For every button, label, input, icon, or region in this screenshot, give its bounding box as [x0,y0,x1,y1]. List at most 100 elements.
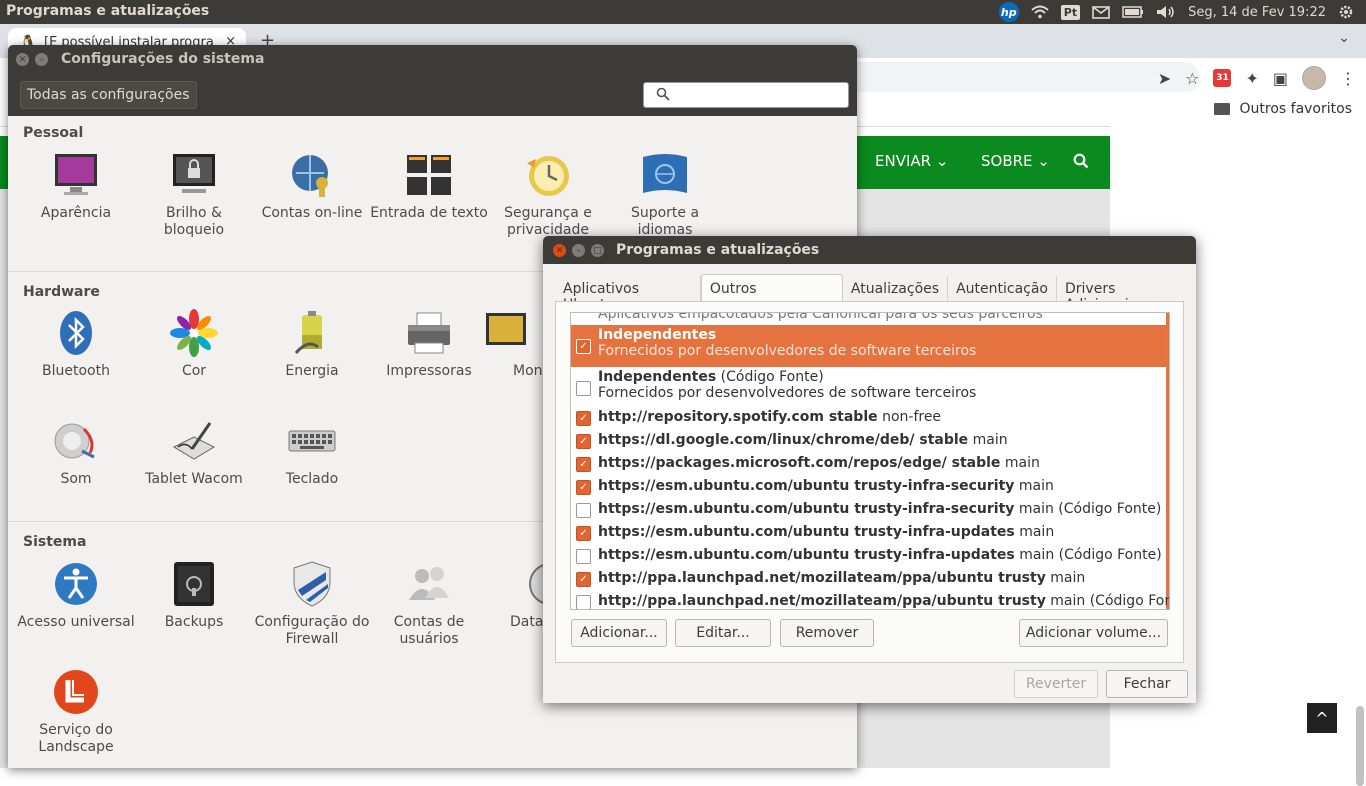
settings-search-input[interactable] [676,86,845,104]
app-label: Suporte a idiomas [630,205,700,238]
app-suporte-idiomas[interactable]: Suporte a idiomas [606,151,724,239]
tab-aplicativos-ubuntu[interactable]: Aplicativos Ubuntu [555,276,701,313]
revert-button[interactable]: Reverter [1014,670,1098,698]
scrollbar[interactable] [1356,706,1364,786]
app-impressoras[interactable]: Impressoras [370,309,488,380]
app-tablet-wacom[interactable]: Tablet Wacom [135,417,253,488]
list-item[interactable]: ✓ https://esm.ubuntu.com/ubuntu trusty-i… [571,476,1166,499]
all-settings-button[interactable]: Todas as configurações [20,81,197,109]
add-button[interactable]: Adicionar... [571,619,667,647]
app-label: Impressoras [386,363,472,379]
repository-checkbox[interactable]: ✓ [576,457,591,472]
clock[interactable]: Seg, 14 de Fev 19:22 [1188,5,1326,20]
list-item[interactable]: http://ppa.launchpad.net/mozillateam/ppa… [571,591,1169,609]
app-configuracao-firewall[interactable]: Configuração do Firewall [253,560,371,648]
app-label: Data [510,614,544,630]
list-item-partial[interactable]: Aplicativos empacotados pela Canonical p… [571,313,1166,322]
chevron-down-icon[interactable]: ⌄ [1338,30,1350,46]
maximize-icon[interactable]: □ [591,244,604,257]
settings-search[interactable] [643,82,849,108]
app-energia[interactable]: Energia [253,309,371,380]
calendar-extension-icon[interactable]: 31 [1213,69,1232,87]
dialog-titlebar: ✕ – □ Programas e atualizações [543,236,1196,264]
software-updates-dialog: ✕ – □ Programas e atualizações Aplicativ… [543,236,1196,703]
app-teclado[interactable]: Teclado [253,417,371,488]
minimize-icon[interactable]: – [572,244,585,257]
repository-checkbox[interactable] [576,595,591,609]
list-item[interactable]: ✓ http://repository.spotify.com stable n… [571,407,1166,430]
safe-icon [170,560,218,608]
active-app-title: Programas e atualizações [6,3,210,19]
kebab-menu-icon[interactable]: ⋮ [1340,69,1356,88]
app-monitores[interactable]: Mon [476,309,543,380]
app-servico-landscape[interactable]: Serviço do Landscape [17,668,135,756]
top-panel: Programas e atualizações hp Pt Seg, 14 d… [0,0,1366,24]
tab-autenticacao[interactable]: Autenticação [948,276,1057,302]
tab-atualizacoes[interactable]: Atualizações [842,276,949,302]
clock-history-icon [524,151,572,199]
minimize-icon[interactable]: – [35,53,48,66]
list-item[interactable]: Independentes (Código Fonte) Fornecidos … [571,367,1166,407]
repository-checkbox[interactable] [576,549,591,564]
edit-button[interactable]: Editar... [675,619,771,647]
app-label: Acesso universal [17,614,135,630]
app-label: Cor [181,363,207,379]
app-data-hora[interactable]: Data [486,560,571,631]
add-volume-button[interactable]: Adicionar volume... [1019,619,1168,647]
tab-drivers-adicionais[interactable]: Drivers Adicionais [1057,276,1196,313]
avatar[interactable] [1302,66,1326,90]
list-item[interactable]: ✓ https://packages.microsoft.com/repos/e… [571,453,1166,476]
app-label: Backups [164,614,224,630]
tab-outros-programas[interactable]: Outros programas [700,274,843,313]
search-icon [656,87,670,105]
repository-checkbox[interactable]: ✓ [576,480,591,495]
repository-checkbox[interactable]: ✓ [576,411,591,426]
close-icon[interactable]: ✕ [553,244,566,257]
list-item[interactable]: ✓ http://ppa.launchpad.net/mozillateam/p… [571,568,1166,591]
app-entrada-texto[interactable]: Entrada de texto [370,151,488,222]
app-acesso-universal[interactable]: Acesso universal [17,560,135,631]
close-icon[interactable]: ✕ [16,53,29,66]
landscape-icon [52,668,100,716]
puzzle-icon[interactable]: ✦ [1245,69,1258,88]
app-aparencia[interactable]: Aparência [17,151,135,222]
list-item-selected[interactable]: ✓ Independentes Fornecidos por desenvolv… [571,325,1166,367]
nav-enviar[interactable]: ENVIAR ⌄ [875,152,948,170]
side-panel-icon[interactable]: ▣ [1273,69,1288,88]
star-icon[interactable]: ☆ [1185,69,1199,88]
repository-checkbox[interactable]: ✓ [576,526,591,541]
scroll-to-top-button[interactable]: ^ [1307,703,1337,733]
nav-sobre[interactable]: SOBRE ⌄ [981,152,1050,170]
keyboard-layout-indicator[interactable]: Pt [1060,4,1081,20]
repository-checkbox[interactable]: ✓ [576,339,591,354]
hp-logo-icon[interactable]: hp [998,2,1019,22]
list-item[interactable]: ✓ https://dl.google.com/linux/chrome/deb… [571,430,1166,453]
app-som[interactable]: Som [17,417,135,488]
search-icon[interactable] [1073,153,1089,169]
list-item[interactable]: https://esm.ubuntu.com/ubuntu trusty-inf… [571,499,1166,522]
app-contas-usuarios[interactable]: Contas de usuários [370,560,488,648]
speaker-icon [52,417,100,465]
app-brilho-bloqueio[interactable]: Brilho & bloqueio [135,151,253,239]
app-bluetooth[interactable]: Bluetooth [17,309,135,380]
scroll-rail[interactable] [1166,313,1169,609]
repository-checkbox[interactable] [576,503,591,518]
app-seguranca-privacidade[interactable]: Segurança e privacidade [489,151,607,239]
app-contas-online[interactable]: Contas on-line [253,151,371,222]
list-item[interactable]: https://esm.ubuntu.com/ubuntu trusty-inf… [571,545,1166,568]
app-backups[interactable]: Backups [135,560,253,631]
other-bookmarks[interactable]: Outros favoritos [1213,101,1352,117]
remove-button[interactable]: Remover [780,619,874,647]
send-icon[interactable]: ➤ [1158,69,1171,88]
close-button[interactable]: Fechar [1106,670,1188,698]
mail-icon[interactable] [1092,5,1110,19]
battery-icon[interactable] [1122,6,1144,18]
repository-checkbox[interactable]: ✓ [576,434,591,449]
gear-icon[interactable] [1338,4,1354,20]
repository-checkbox[interactable]: ✓ [576,572,591,587]
app-cor[interactable]: Cor [135,309,253,380]
list-item[interactable]: ✓ https://esm.ubuntu.com/ubuntu trusty-i… [571,522,1166,545]
wifi-icon[interactable] [1031,5,1049,19]
repository-checkbox[interactable] [576,381,591,396]
volume-icon[interactable] [1156,5,1176,19]
